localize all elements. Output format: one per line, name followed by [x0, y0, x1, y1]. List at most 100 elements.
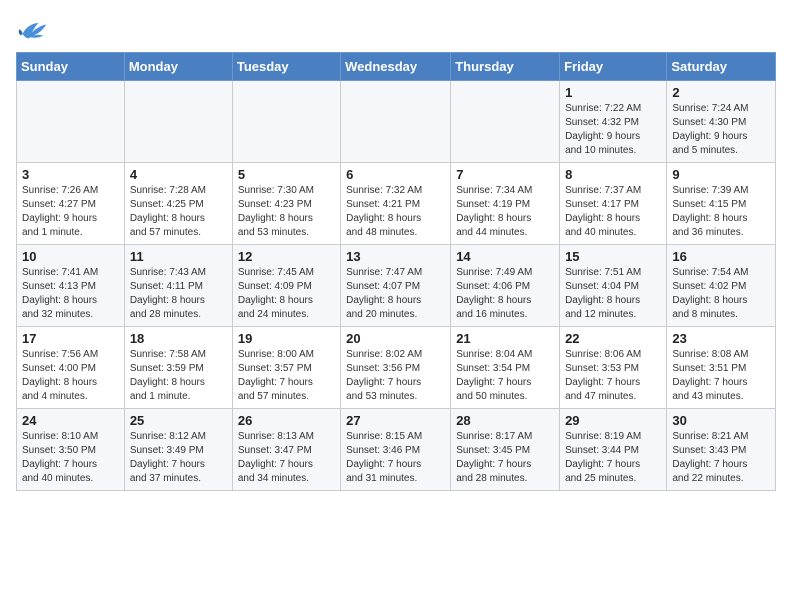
calendar-cell: 11Sunrise: 7:43 AM Sunset: 4:11 PM Dayli…: [124, 245, 232, 327]
calendar-cell: 12 Sunrise: 7:45 AM Sunset: 4:09 PM Dayli…: [232, 245, 340, 327]
column-header-tuesday: Tuesday: [232, 53, 340, 81]
calendar-cell: 23 Sunrise: 8:08 AM Sunset: 3:51 PM Dayli…: [667, 327, 776, 409]
day-number: 29: [565, 413, 661, 428]
calendar-week-4: 17Sunrise: 7:56 AM Sunset: 4:00 PM Dayli…: [17, 327, 776, 409]
header: [16, 16, 776, 44]
day-number: 20: [346, 331, 445, 346]
calendar-week-1: 1 Sunrise: 7:22 AM Sunset: 4:32 PM Daylig…: [17, 81, 776, 163]
calendar-cell: 4 Sunrise: 7:28 AM Sunset: 4:25 PM Daylig…: [124, 163, 232, 245]
day-info: Sunrise: 7:22 AM Sunset: 4:32 PM Dayligh…: [565, 102, 661, 158]
day-number: 28: [456, 413, 554, 428]
calendar-cell: 18Sunrise: 7:58 AM Sunset: 3:59 PM Dayli…: [124, 327, 232, 409]
calendar-cell: [124, 81, 232, 163]
calendar: SundayMondayTuesdayWednesdayThursdayFrid…: [16, 52, 776, 491]
day-number: 24: [22, 413, 119, 428]
calendar-week-5: 24 Sunrise: 8:10 AM Sunset: 3:50 PM Dayli…: [17, 409, 776, 491]
day-number: 7: [456, 167, 554, 182]
calendar-header-row: SundayMondayTuesdayWednesdayThursdayFrid…: [17, 53, 776, 81]
calendar-cell: 3 Sunrise: 7:26 AM Sunset: 4:27 PM Daylig…: [17, 163, 125, 245]
column-header-monday: Monday: [124, 53, 232, 81]
day-info: Sunrise: 7:34 AM Sunset: 4:19 PM Dayligh…: [456, 184, 554, 240]
calendar-cell: 19 Sunrise: 8:00 AM Sunset: 3:57 PM Dayli…: [232, 327, 340, 409]
day-info: Sunrise: 8:10 AM Sunset: 3:50 PM Dayligh…: [22, 430, 119, 486]
calendar-cell: 29 Sunrise: 8:19 AM Sunset: 3:44 PM Dayli…: [560, 409, 667, 491]
column-header-thursday: Thursday: [451, 53, 560, 81]
day-info: Sunrise: 7:24 AM Sunset: 4:30 PM Dayligh…: [672, 102, 770, 158]
day-info: Sunrise: 8:15 AM Sunset: 3:46 PM Dayligh…: [346, 430, 445, 486]
day-number: 15: [565, 249, 661, 264]
day-info: Sunrise: 7:32 AM Sunset: 4:21 PM Dayligh…: [346, 184, 445, 240]
day-info: Sunrise: 8:13 AM Sunset: 3:47 PM Dayligh…: [238, 430, 335, 486]
day-info: Sunrise: 8:17 AM Sunset: 3:45 PM Dayligh…: [456, 430, 554, 486]
calendar-cell: 16 Sunrise: 7:54 AM Sunset: 4:02 PM Dayli…: [667, 245, 776, 327]
day-number: 22: [565, 331, 661, 346]
day-info: Sunrise: 7:49 AM Sunset: 4:06 PM Dayligh…: [456, 266, 554, 322]
calendar-cell: [451, 81, 560, 163]
day-number: 1: [565, 85, 661, 100]
day-number: 2: [672, 85, 770, 100]
calendar-week-2: 3 Sunrise: 7:26 AM Sunset: 4:27 PM Daylig…: [17, 163, 776, 245]
calendar-cell: 9Sunrise: 7:39 AM Sunset: 4:15 PM Daylig…: [667, 163, 776, 245]
day-number: 3: [22, 167, 119, 182]
day-info: Sunrise: 7:56 AM Sunset: 4:00 PM Dayligh…: [22, 348, 119, 404]
day-info: Sunrise: 7:39 AM Sunset: 4:15 PM Dayligh…: [672, 184, 770, 240]
calendar-cell: 2 Sunrise: 7:24 AM Sunset: 4:30 PM Daylig…: [667, 81, 776, 163]
day-info: Sunrise: 8:06 AM Sunset: 3:53 PM Dayligh…: [565, 348, 661, 404]
calendar-cell: 26 Sunrise: 8:13 AM Sunset: 3:47 PM Dayli…: [232, 409, 340, 491]
calendar-cell: 14 Sunrise: 7:49 AM Sunset: 4:06 PM Dayli…: [451, 245, 560, 327]
day-number: 21: [456, 331, 554, 346]
calendar-cell: [232, 81, 340, 163]
day-info: Sunrise: 7:51 AM Sunset: 4:04 PM Dayligh…: [565, 266, 661, 322]
calendar-cell: 1 Sunrise: 7:22 AM Sunset: 4:32 PM Daylig…: [560, 81, 667, 163]
calendar-cell: 28 Sunrise: 8:17 AM Sunset: 3:45 PM Dayli…: [451, 409, 560, 491]
day-number: 19: [238, 331, 335, 346]
calendar-cell: [17, 81, 125, 163]
day-info: Sunrise: 7:26 AM Sunset: 4:27 PM Dayligh…: [22, 184, 119, 240]
calendar-cell: [341, 81, 451, 163]
day-info: Sunrise: 7:54 AM Sunset: 4:02 PM Dayligh…: [672, 266, 770, 322]
day-info: Sunrise: 8:04 AM Sunset: 3:54 PM Dayligh…: [456, 348, 554, 404]
day-number: 10: [22, 249, 119, 264]
calendar-cell: 7 Sunrise: 7:34 AM Sunset: 4:19 PM Daylig…: [451, 163, 560, 245]
day-number: 16: [672, 249, 770, 264]
column-header-saturday: Saturday: [667, 53, 776, 81]
day-number: 8: [565, 167, 661, 182]
calendar-cell: 17Sunrise: 7:56 AM Sunset: 4:00 PM Dayli…: [17, 327, 125, 409]
day-info: Sunrise: 8:08 AM Sunset: 3:51 PM Dayligh…: [672, 348, 770, 404]
day-number: 5: [238, 167, 335, 182]
day-number: 6: [346, 167, 445, 182]
day-info: Sunrise: 7:58 AM Sunset: 3:59 PM Dayligh…: [130, 348, 227, 404]
day-info: Sunrise: 7:45 AM Sunset: 4:09 PM Dayligh…: [238, 266, 335, 322]
day-number: 4: [130, 167, 227, 182]
column-header-wednesday: Wednesday: [341, 53, 451, 81]
column-header-friday: Friday: [560, 53, 667, 81]
day-number: 25: [130, 413, 227, 428]
day-number: 14: [456, 249, 554, 264]
day-info: Sunrise: 7:43 AM Sunset: 4:11 PM Dayligh…: [130, 266, 227, 322]
day-number: 30: [672, 413, 770, 428]
calendar-cell: 5 Sunrise: 7:30 AM Sunset: 4:23 PM Daylig…: [232, 163, 340, 245]
day-number: 23: [672, 331, 770, 346]
day-info: Sunrise: 7:41 AM Sunset: 4:13 PM Dayligh…: [22, 266, 119, 322]
calendar-cell: 15 Sunrise: 7:51 AM Sunset: 4:04 PM Dayli…: [560, 245, 667, 327]
day-info: Sunrise: 7:28 AM Sunset: 4:25 PM Dayligh…: [130, 184, 227, 240]
day-info: Sunrise: 8:21 AM Sunset: 3:43 PM Dayligh…: [672, 430, 770, 486]
calendar-cell: 24 Sunrise: 8:10 AM Sunset: 3:50 PM Dayli…: [17, 409, 125, 491]
day-info: Sunrise: 8:00 AM Sunset: 3:57 PM Dayligh…: [238, 348, 335, 404]
day-number: 12: [238, 249, 335, 264]
calendar-cell: 8Sunrise: 7:37 AM Sunset: 4:17 PM Daylig…: [560, 163, 667, 245]
day-info: Sunrise: 7:30 AM Sunset: 4:23 PM Dayligh…: [238, 184, 335, 240]
logo-icon: [16, 16, 48, 44]
day-number: 26: [238, 413, 335, 428]
day-info: Sunrise: 8:19 AM Sunset: 3:44 PM Dayligh…: [565, 430, 661, 486]
calendar-cell: 21 Sunrise: 8:04 AM Sunset: 3:54 PM Dayli…: [451, 327, 560, 409]
calendar-cell: 25Sunrise: 8:12 AM Sunset: 3:49 PM Dayli…: [124, 409, 232, 491]
day-info: Sunrise: 7:47 AM Sunset: 4:07 PM Dayligh…: [346, 266, 445, 322]
day-number: 13: [346, 249, 445, 264]
calendar-week-3: 10 Sunrise: 7:41 AM Sunset: 4:13 PM Dayli…: [17, 245, 776, 327]
calendar-cell: 10 Sunrise: 7:41 AM Sunset: 4:13 PM Dayli…: [17, 245, 125, 327]
logo: [16, 16, 52, 44]
calendar-cell: 20Sunrise: 8:02 AM Sunset: 3:56 PM Dayli…: [341, 327, 451, 409]
day-number: 27: [346, 413, 445, 428]
calendar-cell: 22 Sunrise: 8:06 AM Sunset: 3:53 PM Dayli…: [560, 327, 667, 409]
